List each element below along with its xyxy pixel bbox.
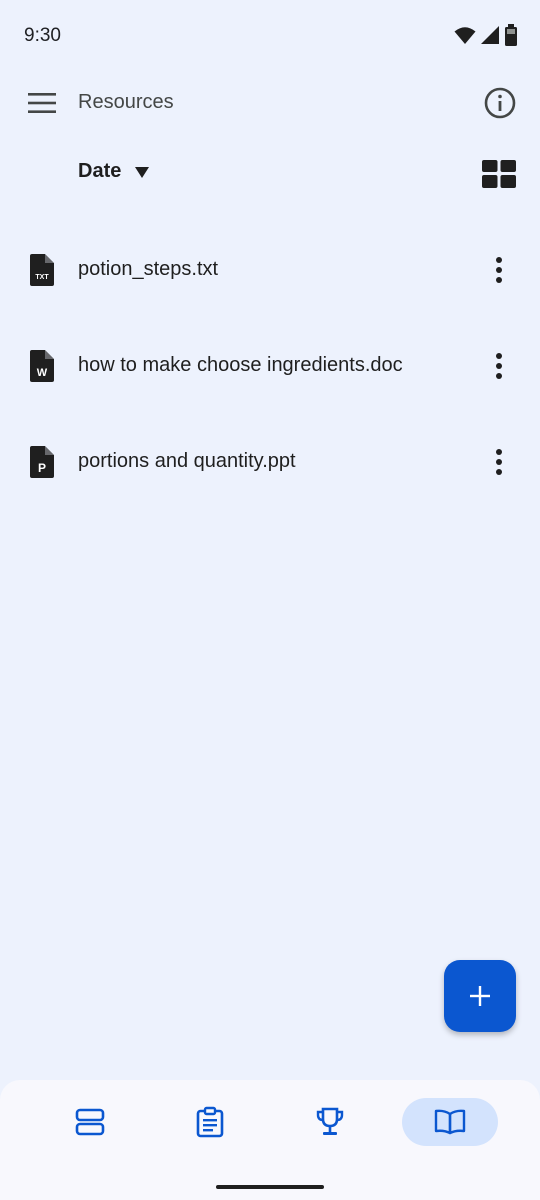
file-badge: TXT <box>35 274 49 281</box>
sort-row: Date <box>0 146 540 206</box>
info-button[interactable] <box>478 83 522 123</box>
file-item[interactable]: TXT potion_steps.txt <box>0 222 540 318</box>
more-vert-icon <box>496 449 502 475</box>
file-badge: W <box>37 367 48 379</box>
more-options-button[interactable] <box>484 448 514 476</box>
grid-view-button[interactable] <box>482 160 516 193</box>
nav-achievements[interactable] <box>282 1098 378 1146</box>
file-badge: P <box>38 461 46 475</box>
status-bar: 9:30 <box>0 0 540 70</box>
status-time: 9:30 <box>24 25 61 46</box>
grid-view-icon <box>482 160 516 188</box>
sort-label: Date <box>78 160 122 182</box>
txt-file-icon: TXT <box>30 254 54 286</box>
more-vert-icon <box>496 257 502 283</box>
file-name: potion_steps.txt <box>78 258 219 280</box>
nav-resources[interactable] <box>402 1098 498 1146</box>
page-title: Resources <box>78 91 174 113</box>
sort-dropdown[interactable]: Date <box>78 160 150 183</box>
menu-button[interactable] <box>20 83 64 123</box>
doc-file-icon: W <box>30 350 54 382</box>
nav-stream[interactable] <box>42 1098 138 1146</box>
file-item[interactable]: P portions and quantity.ppt <box>0 414 540 510</box>
bottom-navigation <box>0 1080 540 1200</box>
nav-classwork[interactable] <box>162 1098 258 1146</box>
info-icon <box>484 87 516 119</box>
trophy-icon <box>316 1107 344 1135</box>
more-options-button[interactable] <box>484 256 514 284</box>
top-app-bar: Resources <box>0 70 540 136</box>
signal-icon <box>481 26 499 44</box>
file-item[interactable]: W how to make choose ingredients.doc <box>0 318 540 414</box>
add-button[interactable] <box>444 960 516 1032</box>
ppt-file-icon: P <box>30 446 54 478</box>
file-list: TXT potion_steps.txt W how to make choos… <box>0 222 540 510</box>
stream-icon <box>75 1108 105 1136</box>
file-name: portions and quantity.ppt <box>78 450 296 472</box>
more-vert-icon <box>496 353 502 379</box>
add-icon <box>470 986 490 1006</box>
more-options-button[interactable] <box>484 352 514 380</box>
menu-icon <box>28 93 56 113</box>
book-icon <box>434 1109 466 1135</box>
file-name: how to make choose ingredients.doc <box>78 354 403 376</box>
dropdown-arrow-icon <box>135 166 150 178</box>
battery-icon <box>505 24 517 46</box>
status-icons <box>454 24 518 46</box>
assignment-icon <box>196 1106 224 1138</box>
home-indicator[interactable] <box>216 1185 324 1189</box>
wifi-icon <box>454 27 476 44</box>
